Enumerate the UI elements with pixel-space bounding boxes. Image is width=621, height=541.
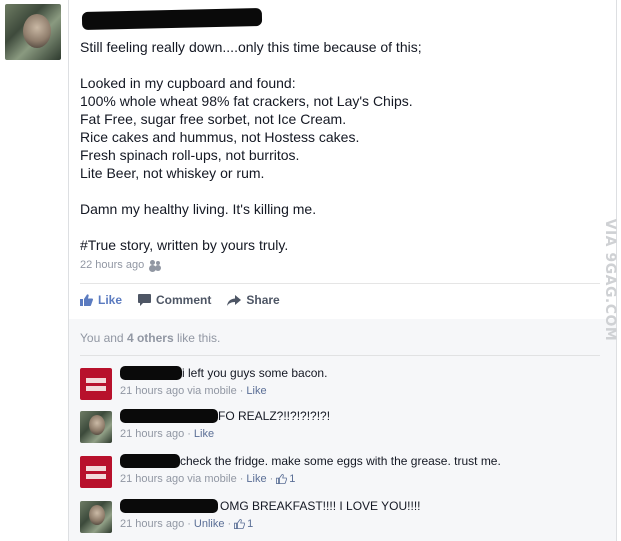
comment-label: Comment <box>156 293 212 307</box>
like-button[interactable]: Like <box>80 293 122 307</box>
post-spacer <box>80 182 600 200</box>
watermark-text: VIA 9GAG.COM <box>602 218 618 342</box>
comment-item: FO REALZ?!!?!?!?!?! 21 hours ago · Like <box>80 409 600 447</box>
divider <box>80 283 600 284</box>
commenter-avatar[interactable] <box>80 411 112 443</box>
post-meta: 22 hours ago <box>80 259 163 271</box>
post-line: Lite Beer, not whiskey or rum. <box>80 165 265 181</box>
commenter-avatar[interactable] <box>80 501 112 533</box>
post-line: Rice cakes and hummus, not Hostess cakes… <box>80 129 360 145</box>
comment-text: check the fridge. make some eggs with th… <box>180 454 501 468</box>
post-body: Still feeling really down....only this t… <box>80 38 600 254</box>
comment-meta: 21 hours ago via mobile · Like <box>120 385 267 397</box>
post-line: #True story, written by yours truly. <box>80 237 289 253</box>
comment-text: FO REALZ?!!?!?!?!?! <box>218 409 331 423</box>
post-line: 100% whole wheat 98% fat crackers, not L… <box>80 93 413 109</box>
like-count: 1 <box>289 473 296 485</box>
comment-button[interactable]: Comment <box>138 293 211 307</box>
likes-summary[interactable]: You and 4 others like this. <box>80 331 220 345</box>
comment-time[interactable]: 21 hours ago <box>120 385 184 397</box>
equality-bar <box>86 386 106 391</box>
comment-unlike-button[interactable]: Unlike <box>194 518 225 530</box>
likes-prefix: You and <box>80 331 127 345</box>
share-label: Share <box>246 293 280 307</box>
redacted-commenter-name <box>120 409 218 423</box>
share-button[interactable]: Share <box>227 293 280 307</box>
comment-meta: 21 hours ago via mobile · Like · 1 <box>120 473 295 485</box>
comment-time[interactable]: 21 hours ago <box>120 518 184 530</box>
redacted-commenter-name <box>120 366 182 380</box>
comment-text: i left you guys some bacon. <box>182 366 328 380</box>
equality-bar <box>86 474 106 479</box>
separator: · <box>269 473 274 485</box>
friends-icon[interactable] <box>149 260 163 270</box>
like-label: Like <box>98 293 123 307</box>
post-spacer <box>80 218 600 236</box>
comment-item: OMG BREAKFAST!!!! I LOVE YOU!!!! 21 hour… <box>80 499 600 537</box>
comment-like-button[interactable]: Like <box>246 473 266 485</box>
comment-item: i left you guys some bacon. 21 hours ago… <box>80 366 600 404</box>
feedback-section: You and 4 others like this. i left you g… <box>69 319 616 541</box>
poster-avatar[interactable] <box>5 4 61 60</box>
comment-time[interactable]: 21 hours ago <box>120 473 184 485</box>
comment-like-button[interactable]: Like <box>194 428 214 440</box>
separator: · <box>239 473 244 485</box>
post-line: Still feeling really down....only this t… <box>80 39 422 55</box>
watermark: VIA 9GAG.COM <box>600 200 620 360</box>
post-spacer <box>80 56 600 74</box>
comment-meta: 21 hours ago · Unlike · 1 <box>120 518 253 530</box>
post-actions: Like Comment Share <box>80 293 296 307</box>
comment-via: via mobile <box>187 385 237 397</box>
comment-text: OMG BREAKFAST!!!! I LOVE YOU!!!! <box>220 499 421 513</box>
comment-time[interactable]: 21 hours ago <box>120 428 184 440</box>
equality-bar <box>86 466 106 471</box>
comment-like-count[interactable]: 1 <box>234 518 253 530</box>
post-line: Damn my healthy living. It's killing me. <box>80 201 317 217</box>
comment-meta: 21 hours ago · Like <box>120 428 214 440</box>
hrc-equality-logo[interactable] <box>80 368 112 400</box>
separator: · <box>187 518 191 530</box>
equality-bar <box>86 378 106 383</box>
comment-like-count[interactable]: 1 <box>276 473 295 485</box>
comment-bubble-icon <box>138 294 152 306</box>
comment-item: check the fridge. make some eggs with th… <box>80 454 600 492</box>
post-line: Fat Free, sugar free sorbet, not Ice Cre… <box>80 111 347 127</box>
redacted-commenter-name <box>120 499 218 513</box>
divider <box>80 355 600 356</box>
post-timestamp[interactable]: 22 hours ago <box>80 259 144 271</box>
left-rail <box>0 0 68 541</box>
separator: · <box>239 385 244 397</box>
redacted-author-name <box>81 7 263 31</box>
share-arrow-icon <box>227 294 242 306</box>
separator: · <box>187 428 191 440</box>
hrc-equality-logo[interactable] <box>80 456 112 488</box>
post-line: Fresh spinach roll-ups, not burritos. <box>80 147 300 163</box>
post-card: Still feeling really down....only this t… <box>68 0 617 541</box>
thumbs-up-outline-icon <box>234 519 246 529</box>
thumbs-up-outline-icon <box>276 474 288 484</box>
thumbs-up-icon <box>80 294 93 306</box>
separator: · <box>227 518 232 530</box>
post-line: Looked in my cupboard and found: <box>80 75 296 91</box>
comment-via: via mobile <box>187 473 237 485</box>
likes-suffix: like this. <box>173 331 221 345</box>
redacted-commenter-name <box>120 454 180 468</box>
like-count: 1 <box>247 518 254 530</box>
comment-like-button[interactable]: Like <box>246 385 266 397</box>
likes-count[interactable]: 4 others <box>127 331 174 345</box>
